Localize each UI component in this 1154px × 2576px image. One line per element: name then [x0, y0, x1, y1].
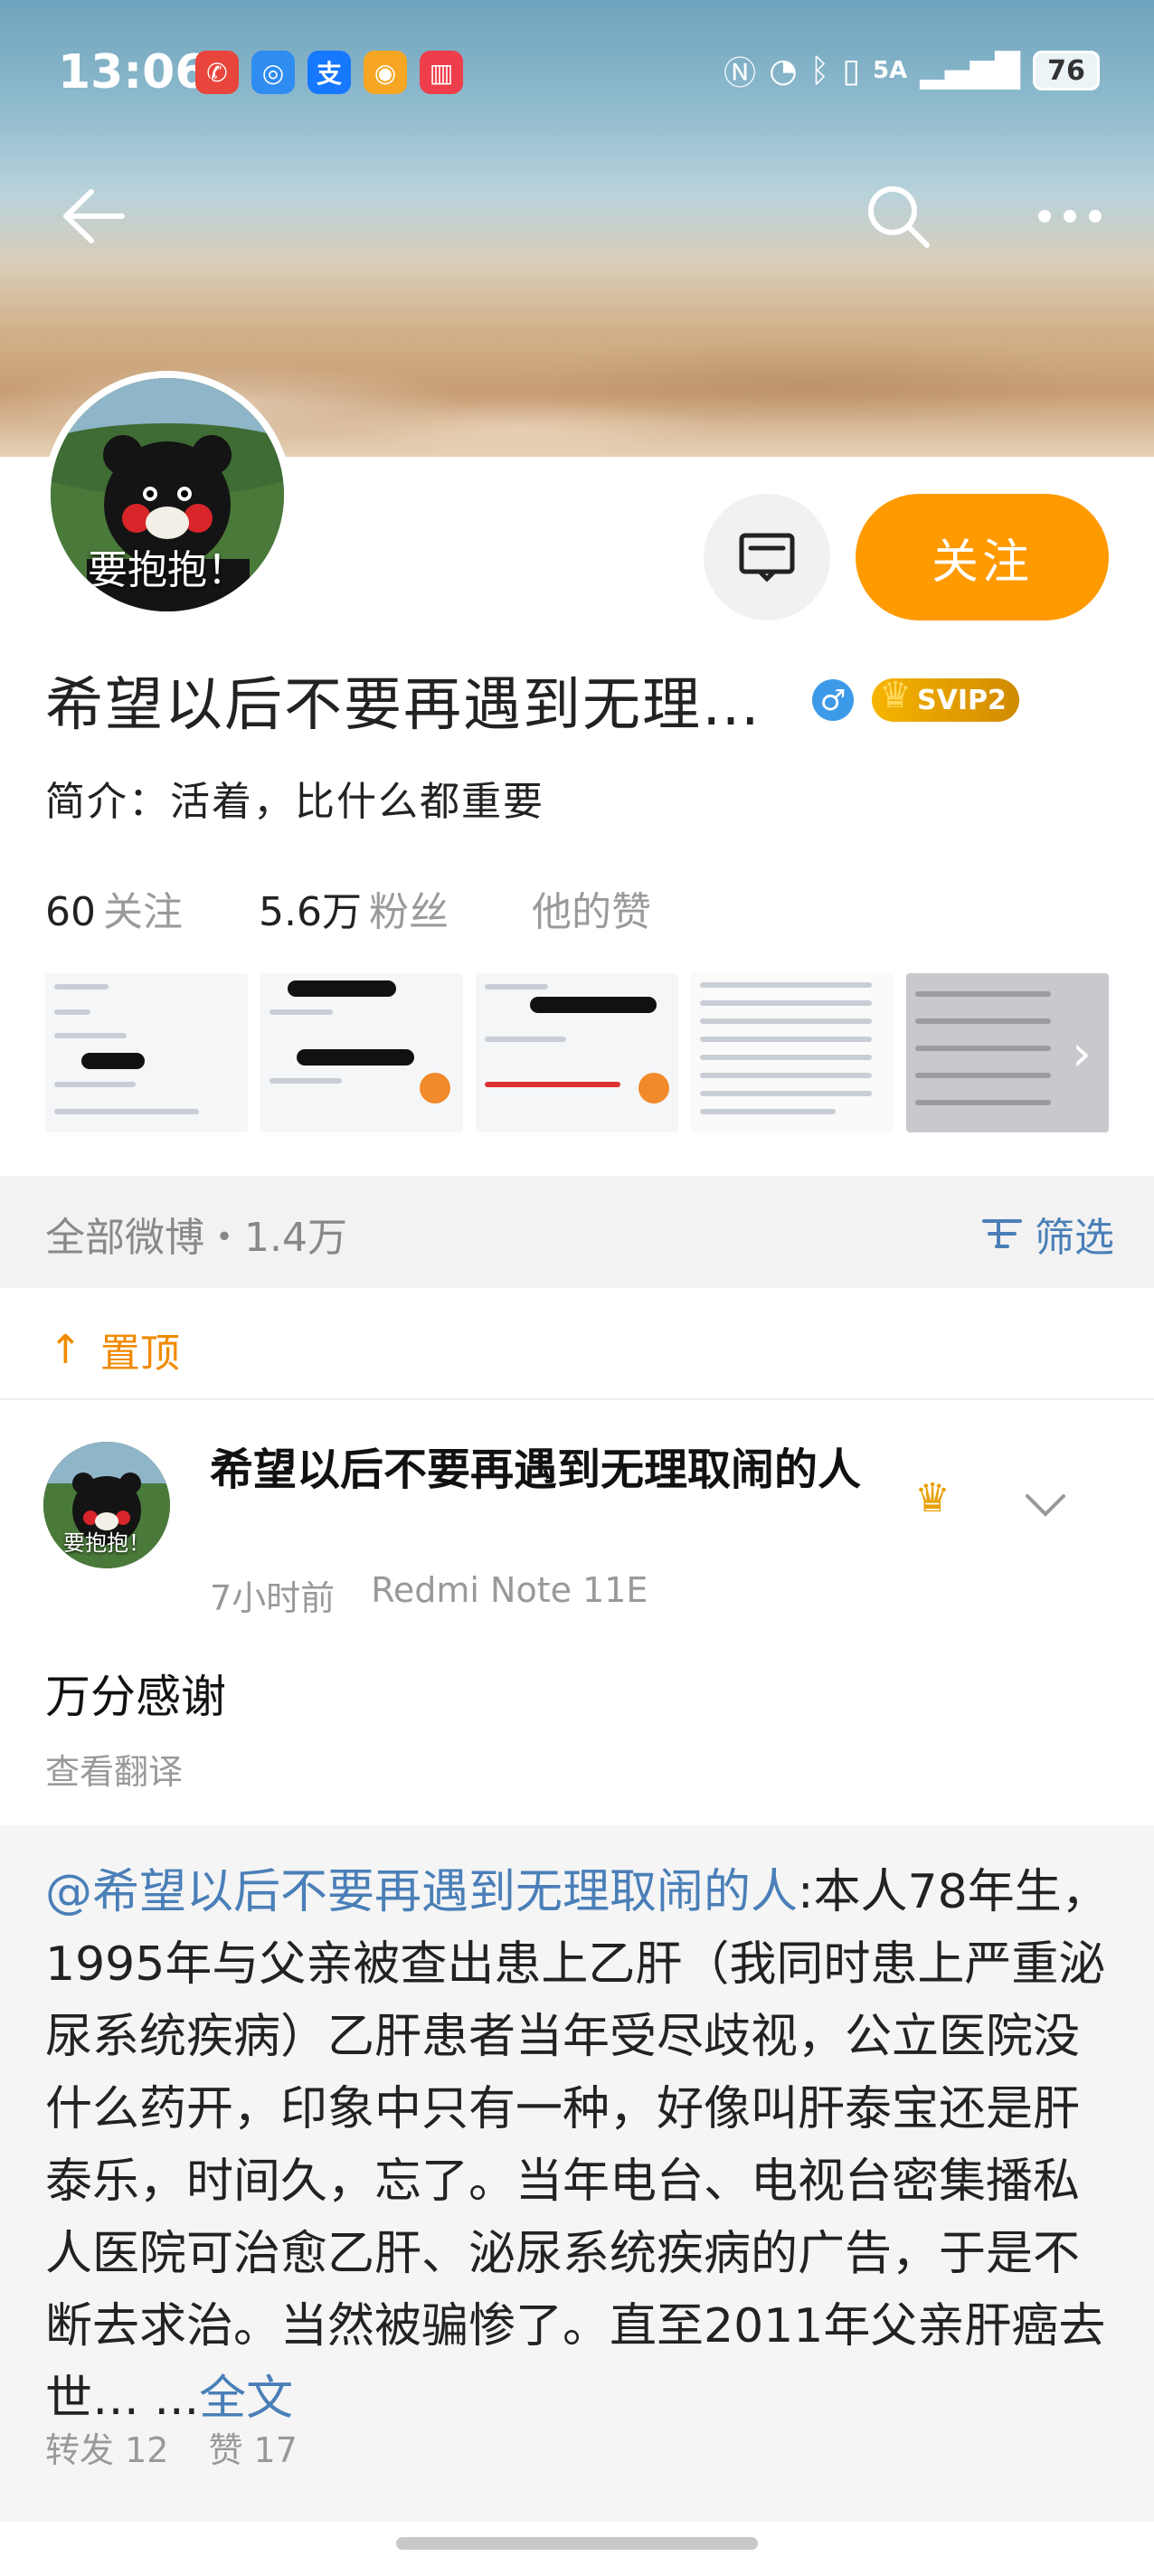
profile-name-row: 希望以后不要再遇到无理… ♂ SVIP2	[45, 658, 1019, 742]
like-count[interactable]: 赞 17	[208, 2422, 297, 2472]
post-avatar-caption: 要抱抱！	[63, 1530, 150, 1556]
reposted-content[interactable]: @希望以后不要再遇到无理取闹的人:本人78年生，1995年与父亲被查出患上乙肝（…	[0, 1825, 1154, 2522]
profile-stats: 60 关注 5.6万 粉丝 他的赞	[45, 879, 727, 937]
followers-stat[interactable]: 5.6万 粉丝	[259, 879, 449, 937]
post-text: 万分感谢	[45, 1671, 226, 1723]
full-text-link[interactable]: 全文	[199, 2372, 293, 2426]
post-author-avatar[interactable]: 要抱抱！	[43, 1442, 170, 1568]
network-type: 5A	[873, 57, 908, 84]
repost-mention[interactable]: @希望以后不要再遇到无理取闹的人	[45, 1865, 798, 1919]
book-icon: ▥	[420, 51, 463, 94]
post-device: Redmi Note 11E	[371, 1570, 648, 1610]
profile-bio: 简介：活着，比什么都重要	[45, 779, 544, 825]
status-time: 13:06	[58, 45, 208, 99]
photo-thumbnail[interactable]	[45, 973, 248, 1132]
feed-filter-bar: 全部微博・1.4万 筛选	[0, 1176, 1154, 1288]
pinned-label: 置顶	[99, 1331, 180, 1377]
repost-counts: 转发 12 赞 17	[45, 2422, 298, 2472]
profile-name: 希望以后不要再遇到无理…	[45, 672, 761, 739]
post-meta: 7小时前 Redmi Note 11E	[210, 1570, 648, 1620]
vip-crown-icon: ♛	[914, 1474, 951, 1521]
avatar-caption: 要抱抱！	[88, 547, 247, 593]
photo-thumbnail[interactable]	[260, 973, 463, 1132]
bluetooth-icon: ᛒ	[809, 52, 830, 90]
notification-icons: ✆ ◎ 支 ◉ ▥	[195, 51, 463, 94]
chevron-right-icon[interactable]: ›	[1055, 1025, 1109, 1082]
browser-icon: ◎	[251, 51, 295, 94]
filter-label: 筛选	[1035, 1215, 1114, 1261]
post-author-name[interactable]: 希望以后不要再遇到无理取闹的人	[210, 1442, 879, 1498]
message-button[interactable]	[704, 494, 830, 620]
pin-arrow-icon: ↑	[49, 1326, 82, 1373]
home-indicator[interactable]	[396, 2537, 758, 2550]
repost-body: :本人78年生，1995年与父亲被查出患上乙肝（我同时患上严重泌尿系统疾病）乙肝…	[45, 1865, 1109, 2426]
photo-thumbnail[interactable]: ›	[906, 973, 1109, 1132]
following-stat[interactable]: 60 关注	[45, 879, 183, 937]
profile-avatar[interactable]: 要抱抱！	[43, 371, 291, 619]
filter-button[interactable]: 筛选	[980, 1205, 1114, 1263]
pinned-header: ↑ 置顶	[0, 1288, 1154, 1400]
likes-stat[interactable]: 他的赞	[525, 879, 651, 937]
photo-strip: ›	[45, 973, 1109, 1132]
vibrate-icon: ▯	[842, 52, 861, 90]
photo-thumbnail[interactable]	[691, 973, 894, 1132]
photo-thumbnail[interactable]	[476, 973, 678, 1132]
signal-icon: ▂▄▆█	[920, 52, 1020, 90]
translate-link[interactable]: 查看翻译	[45, 1744, 183, 1794]
male-icon: ♂	[812, 679, 854, 721]
missed-call-icon: ✆	[195, 51, 239, 94]
follow-button[interactable]: 关注	[856, 494, 1109, 620]
repost-text: @希望以后不要再遇到无理取闹的人:本人78年生，1995年与父亲被查出患上乙肝（…	[45, 1856, 1112, 2435]
alarm-icon: ◔	[769, 52, 798, 90]
filter-icon	[982, 1219, 1022, 1248]
system-icons: Ⓝ ◔ ᛒ ▯ 5A ▂▄▆█ 76	[724, 47, 1100, 94]
search-icon[interactable]	[859, 177, 937, 255]
nfc-icon: Ⓝ	[724, 55, 757, 92]
profile-page: 13:06 ✆ ◎ 支 ◉ ▥ Ⓝ ◔ ᛒ ▯ 5A ▂▄▆█ 76 要抱抱！ …	[0, 0, 1154, 2576]
battery-icon: 76	[1033, 51, 1100, 90]
post-time: 7小时前	[210, 1578, 336, 1618]
weibo-icon: ◉	[364, 51, 407, 94]
message-icon	[739, 533, 795, 582]
status-bar: 13:06 ✆ ◎ 支 ◉ ▥ Ⓝ ◔ ᛒ ▯ 5A ▂▄▆█ 76	[0, 0, 1154, 145]
more-icon[interactable]	[1031, 177, 1109, 255]
forward-count[interactable]: 转发 12	[45, 2422, 168, 2472]
chevron-down-icon[interactable]	[1020, 1480, 1071, 1530]
all-weibo-tab[interactable]: 全部微博・1.4万	[45, 1205, 347, 1263]
back-arrow-icon[interactable]	[52, 177, 130, 255]
alipay-icon: 支	[307, 51, 351, 94]
svip-badge[interactable]: SVIP2	[872, 675, 1019, 722]
